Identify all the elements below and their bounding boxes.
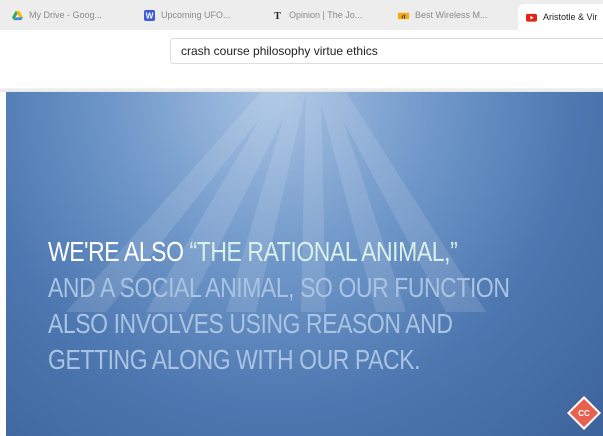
tab-label: Upcoming UFO... <box>161 10 231 20</box>
tab-label: Opinion | The Jo... <box>289 10 363 20</box>
caption-line-1-part-1: WE'RE ALSO <box>48 236 190 267</box>
caption-line-4: GETTING ALONG WITH OUR PACK. <box>48 344 421 375</box>
browser-tab-strip: My Drive - Goog... W Upcoming UFO... T O… <box>0 0 603 30</box>
caption-line-3: ALSO INVOLVES USING REASON AND <box>48 308 453 339</box>
svg-text:W: W <box>146 11 154 20</box>
browser-toolbar: crash course philosophy virtue ethics <box>0 30 603 92</box>
rtings-logo-icon: rt <box>398 12 409 20</box>
w-logo-icon: W <box>144 9 155 21</box>
search-input-text: crash course philosophy virtue ethics <box>181 44 378 58</box>
caption-line-1: WE'RE ALSO “THE RATIONAL ANIMAL,” <box>48 234 491 270</box>
caption-line-2: AND A SOCIAL ANIMAL, SO OUR FUNCTION <box>48 272 510 303</box>
crash-course-logo-text: CC <box>578 408 590 418</box>
youtube-icon <box>526 13 537 22</box>
nyt-logo-icon: T <box>274 11 281 21</box>
tab-my-drive[interactable]: My Drive - Goog... <box>4 4 132 26</box>
caption-line-1-quote: “THE RATIONAL ANIMAL,” <box>189 236 458 267</box>
google-drive-icon <box>12 10 23 20</box>
tab-label: Aristotle & Vir <box>543 12 598 22</box>
tab-label: My Drive - Goog... <box>29 10 103 20</box>
tab-upcoming-ufo[interactable]: W Upcoming UFO... <box>136 4 258 26</box>
video-player[interactable]: WE'RE ALSO “THE RATIONAL ANIMAL,” AND A … <box>6 92 603 436</box>
tab-best-wireless[interactable]: rt Best Wireless M... <box>390 4 510 26</box>
video-caption-overlay: WE'RE ALSO “THE RATIONAL ANIMAL,” AND A … <box>48 234 510 378</box>
svg-text:rt: rt <box>402 14 406 20</box>
tab-aristotle-active[interactable]: Aristotle & Vir <box>518 4 603 30</box>
search-input[interactable]: crash course philosophy virtue ethics <box>170 38 603 64</box>
svg-text:T: T <box>274 11 281 21</box>
tab-opinion[interactable]: T Opinion | The Jo... <box>264 4 378 26</box>
tab-label: Best Wireless M... <box>415 10 488 20</box>
